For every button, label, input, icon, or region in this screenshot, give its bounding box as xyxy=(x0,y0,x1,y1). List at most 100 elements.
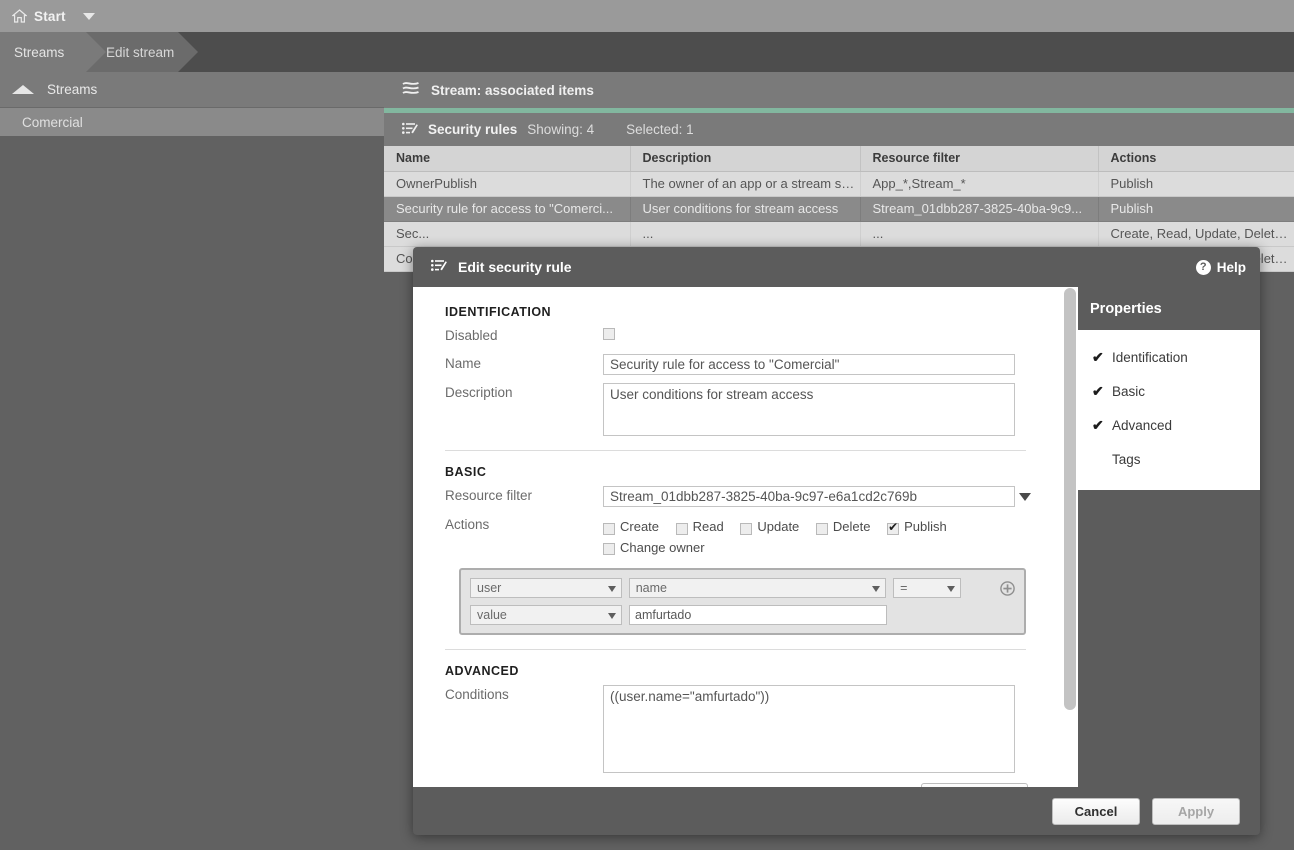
chevron-down-icon xyxy=(607,586,616,592)
dialog-header: Edit security rule ? Help xyxy=(413,247,1260,287)
properties-item-label: Identification xyxy=(1112,349,1188,365)
properties-item-label: Advanced xyxy=(1112,417,1173,433)
top-bar: Start xyxy=(0,0,1294,32)
field-actions: Actions Create Read Update Delete ✔ Publ… xyxy=(431,515,1040,558)
action-read[interactable]: Read xyxy=(675,517,724,536)
validate-rule-button[interactable]: Validate rule xyxy=(921,783,1028,787)
name-input[interactable] xyxy=(603,354,1015,375)
cell-actions: Create, Read, Update, Delete, Expo... xyxy=(1098,221,1294,247)
breadcrumb-label-edit-stream: Edit stream xyxy=(106,44,175,60)
cell-description: User conditions for stream access xyxy=(630,196,861,222)
start-label: Start xyxy=(34,8,66,24)
create-checkbox[interactable] xyxy=(603,522,615,535)
cell-actions: Publish xyxy=(1098,196,1294,222)
field-conditions: Conditions xyxy=(431,685,1040,773)
properties-item-label: Tags xyxy=(1112,451,1141,467)
form-scrollbar-thumb[interactable] xyxy=(1064,288,1076,710)
dialog-title: Edit security rule xyxy=(458,259,572,275)
read-checkbox[interactable] xyxy=(675,522,688,535)
label-name: Name xyxy=(445,356,482,371)
condition-value-input[interactable] xyxy=(629,605,887,625)
breadcrumb-item-streams[interactable]: Streams xyxy=(0,32,106,72)
condition-operator-value: = xyxy=(900,581,908,595)
column-header-actions[interactable]: Actions xyxy=(1098,146,1294,172)
action-publish-label: Publish xyxy=(904,519,947,534)
field-disabled: Disabled xyxy=(431,326,1040,346)
action-change-owner-label: Change owner xyxy=(620,539,705,555)
condition-resource-select[interactable]: user xyxy=(470,578,622,598)
properties-title: Properties xyxy=(1090,301,1162,317)
resource-filter-input[interactable] xyxy=(603,486,1015,507)
check-icon: ✔ xyxy=(1092,382,1104,399)
action-delete[interactable]: Delete xyxy=(815,517,871,536)
column-header-resource-filter[interactable]: Resource filter xyxy=(860,146,1099,172)
action-create[interactable]: Create xyxy=(603,517,659,536)
showing-count: Showing: 4 xyxy=(527,122,595,137)
stream-icon xyxy=(402,81,420,99)
column-header-name[interactable]: Name xyxy=(384,146,631,172)
action-update[interactable]: Update xyxy=(740,517,799,536)
dialog-body: IDENTIFICATION Disabled Name Description… xyxy=(413,287,1260,787)
check-icon: ✔ xyxy=(1092,416,1104,433)
cell-description: The owner of an app or a stream sho... xyxy=(630,171,861,197)
disabled-checkbox[interactable] xyxy=(603,328,615,340)
action-create-label: Create xyxy=(620,519,660,534)
label-conditions: Conditions xyxy=(445,687,509,702)
list-item[interactable]: Comercial xyxy=(0,108,384,136)
condition-attribute-value: name xyxy=(635,581,667,595)
table-row[interactable]: Security rule for access to "Comerci... … xyxy=(384,196,1294,222)
security-rule-icon xyxy=(431,259,447,275)
cell-name: OwnerPublish xyxy=(384,171,631,197)
apply-button[interactable]: Apply xyxy=(1152,797,1240,825)
table-row[interactable]: Sec... ... ... Create, Read, Update, Del… xyxy=(384,221,1294,247)
condition-value-type-select[interactable]: value xyxy=(470,605,622,625)
chevron-down-icon xyxy=(608,613,616,619)
stream-name-label: Comercial xyxy=(22,114,83,130)
properties-item-tags[interactable]: Tags xyxy=(1078,442,1260,476)
table-header-row: Name Description Resource filter Actions xyxy=(384,146,1294,172)
cancel-button[interactable]: Cancel xyxy=(1052,797,1140,825)
column-header-description[interactable]: Description xyxy=(630,146,861,172)
action-checkbox-group: Create Read Update Delete ✔ Publish Chan… xyxy=(603,515,960,558)
help-button[interactable]: ? Help xyxy=(1195,259,1246,275)
breadcrumb: Streams Edit stream xyxy=(0,32,1294,72)
selected-count: Selected: 1 xyxy=(626,122,694,137)
check-icon: ✔ xyxy=(1092,348,1104,365)
condition-row-2: value xyxy=(470,605,1015,625)
cell-resource-filter: ... xyxy=(860,221,1099,247)
help-icon: ? xyxy=(1195,259,1211,275)
divider xyxy=(445,450,1026,451)
action-read-label: Read xyxy=(692,519,724,534)
plus-circle-icon[interactable] xyxy=(1000,580,1015,596)
security-rules-header: Security rules Showing: 4 Selected: 1 xyxy=(384,113,1294,146)
condition-operator-select[interactable]: = xyxy=(893,578,961,598)
action-publish[interactable]: Publish xyxy=(887,517,947,536)
delete-checkbox[interactable] xyxy=(815,522,828,535)
properties-item-advanced[interactable]: ✔ Advanced xyxy=(1078,408,1260,442)
label-description: Description xyxy=(445,385,513,400)
streams-section-header[interactable]: Streams xyxy=(0,72,384,108)
start-menu-button[interactable]: Start xyxy=(0,0,107,32)
action-change-owner[interactable]: Change owner xyxy=(603,538,705,557)
conditions-textarea[interactable] xyxy=(603,685,1015,773)
publish-checkbox[interactable] xyxy=(887,520,900,535)
label-actions: Actions xyxy=(445,517,490,532)
condition-attribute-select[interactable]: name xyxy=(628,578,887,598)
chevron-down-icon[interactable] xyxy=(1019,493,1031,501)
chevron-down-icon[interactable] xyxy=(82,12,95,20)
section-heading-basic: BASIC xyxy=(445,465,487,479)
table-row[interactable]: OwnerPublish The owner of an app or a st… xyxy=(384,171,1294,197)
section-heading-advanced: ADVANCED xyxy=(445,664,519,678)
properties-item-identification[interactable]: ✔ Identification xyxy=(1078,340,1260,374)
update-checkbox[interactable] xyxy=(740,522,753,535)
home-icon xyxy=(12,9,27,23)
validate-row: Validate rule xyxy=(431,783,1040,787)
stream-header-label: Stream: associated items xyxy=(431,82,594,98)
change-owner-checkbox[interactable] xyxy=(603,543,615,555)
cell-resource-filter: Stream_01dbb287-3825-40ba-9c9... xyxy=(860,196,1099,222)
label-disabled: Disabled xyxy=(445,328,498,343)
properties-item-basic[interactable]: ✔ Basic xyxy=(1078,374,1260,408)
rule-form: IDENTIFICATION Disabled Name Description… xyxy=(413,287,1062,787)
description-textarea[interactable] xyxy=(603,383,1015,436)
action-delete-label: Delete xyxy=(832,519,871,534)
